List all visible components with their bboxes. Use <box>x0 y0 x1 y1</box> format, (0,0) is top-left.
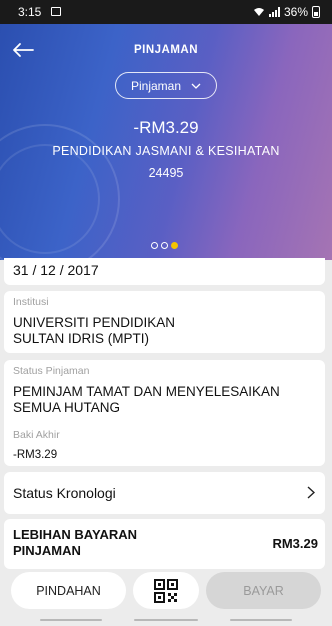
overpayment-label-line-1: LEBIHAN BAYARAN <box>13 527 138 542</box>
carousel-dot-active[interactable] <box>171 242 178 249</box>
loan-header: PINJAMAN Pinjaman -RM3.29 PENDIDIKAN JAS… <box>0 24 332 260</box>
pay-button[interactable]: BAYAR <box>206 572 321 609</box>
carousel-dot[interactable] <box>151 242 158 249</box>
dropdown-value: Pinjaman <box>130 78 182 93</box>
institution-label: Institusi <box>13 296 49 308</box>
transfer-button[interactable]: PINDAHAN <box>11 572 126 609</box>
system-nav-bar <box>0 616 332 626</box>
account-type-dropdown[interactable]: Pinjaman <box>115 72 217 99</box>
status-right: 36% <box>253 5 320 19</box>
nav-home-indicator[interactable] <box>134 619 198 621</box>
status-line-1: PEMINJAM TAMAT DAN MENYELESAIKAN <box>13 384 280 399</box>
signal-icon <box>268 7 280 17</box>
page-title: PINJAMAN <box>133 44 199 56</box>
action-bar: PINDAHAN BAYAR <box>0 571 332 615</box>
chevron-down-icon <box>191 83 201 89</box>
balance-value: -RM3.29 <box>13 449 58 461</box>
nav-back-indicator[interactable] <box>230 619 292 621</box>
balance-label: Baki Akhir <box>13 429 60 441</box>
loan-amount: -RM3.29 <box>133 118 199 137</box>
status-time: 3:15 <box>18 5 42 19</box>
nav-recents-indicator[interactable] <box>40 619 102 621</box>
overpayment-label: LEBIHAN BAYARAN PINJAMAN <box>13 527 213 559</box>
overpayment-value: RM3.29 <box>272 536 318 551</box>
status-line-2: SEMUA HUTANG <box>13 400 121 415</box>
date-card: 31 / 12 / 2017 <box>4 258 325 285</box>
gallery-notification-icon <box>51 7 61 16</box>
loan-date: 31 / 12 / 2017 <box>13 262 99 278</box>
institution-card: Institusi UNIVERSITI PENDIDIKAN SULTAN I… <box>4 291 325 353</box>
status-bar: 3:15 36% <box>0 0 332 24</box>
qr-code-button[interactable] <box>133 572 199 609</box>
qr-code-icon <box>154 578 178 603</box>
carousel-indicator[interactable] <box>151 242 178 249</box>
chevron-right-icon <box>307 486 315 499</box>
overpayment-label-line-2: PINJAMAN <box>13 543 81 558</box>
battery-icon <box>312 6 320 18</box>
overpayment-card: LEBIHAN BAYARAN PINJAMAN RM3.29 <box>4 519 325 569</box>
institution-line-2: SULTAN IDRIS (MPTI) <box>13 331 150 346</box>
status-chronology-row[interactable]: Status Kronologi <box>4 472 325 514</box>
battery-percent: 36% <box>283 5 308 19</box>
loan-code: 24495 <box>148 166 184 180</box>
loan-status-card: Status Pinjaman PEMINJAM TAMAT DAN MENYE… <box>4 360 325 466</box>
status-label: Status Pinjaman <box>13 365 90 377</box>
chronology-label: Status Kronologi <box>13 485 116 501</box>
carousel-dot[interactable] <box>161 242 168 249</box>
wifi-icon <box>253 8 264 16</box>
loan-subject: PENDIDIKAN JASMANI & KESIHATAN <box>52 144 280 158</box>
institution-line-1: UNIVERSITI PENDIDIKAN <box>13 315 176 330</box>
